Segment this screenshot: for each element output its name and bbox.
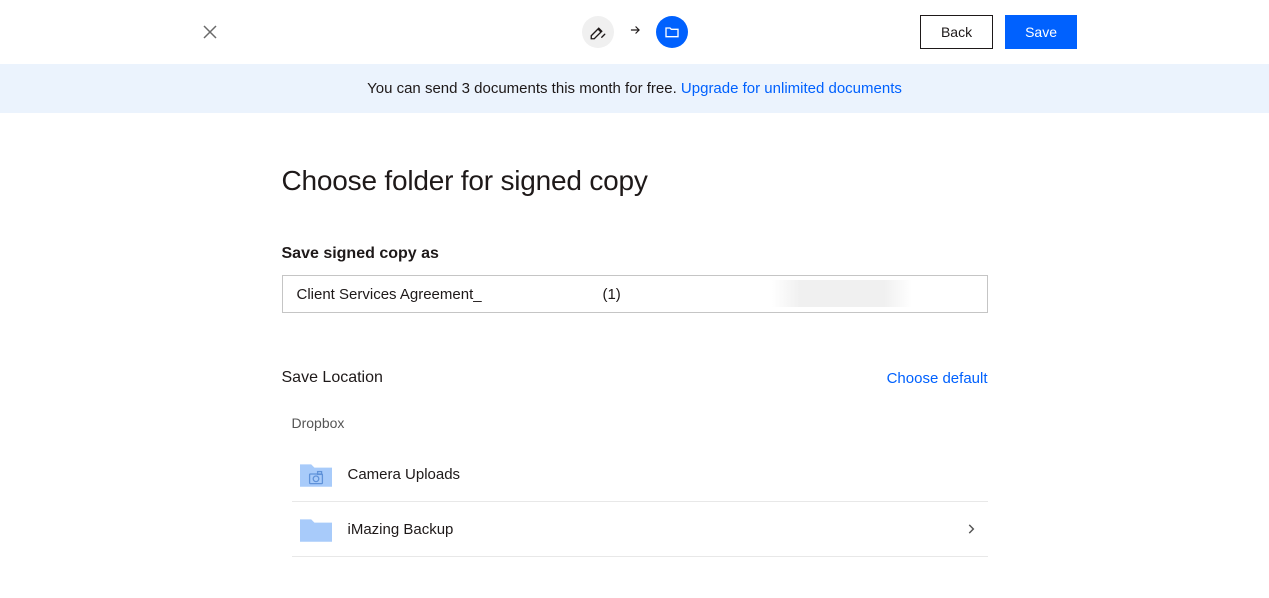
folder-item[interactable]: iMazing Backup — [292, 502, 988, 557]
folder-icon — [664, 24, 680, 40]
progress-stepper — [582, 16, 688, 48]
step-folder[interactable] — [656, 16, 688, 48]
folder-list: Camera Uploads iMazing Backup — [282, 447, 988, 557]
sign-icon — [589, 23, 607, 41]
choose-default-link[interactable]: Choose default — [887, 370, 988, 387]
camera-folder-icon — [300, 461, 332, 487]
filename-input[interactable] — [282, 275, 988, 313]
save-button[interactable]: Save — [1005, 15, 1077, 49]
save-location-label: Save Location — [282, 369, 383, 387]
folder-item[interactable]: Camera Uploads — [292, 447, 988, 502]
upgrade-link[interactable]: Upgrade for unlimited documents — [681, 80, 902, 97]
upgrade-banner: You can send 3 documents this month for … — [0, 64, 1269, 113]
chevron-right-icon — [964, 522, 978, 536]
breadcrumb[interactable]: Dropbox — [282, 415, 988, 447]
banner-text: You can send 3 documents this month for … — [367, 80, 681, 97]
folder-name: iMazing Backup — [348, 521, 948, 538]
close-icon — [201, 23, 219, 41]
step-sign[interactable] — [582, 16, 614, 48]
close-button[interactable] — [190, 12, 230, 52]
filename-label: Save signed copy as — [282, 245, 988, 263]
folder-icon — [300, 516, 332, 542]
folder-name: Camera Uploads — [348, 466, 978, 483]
back-button[interactable]: Back — [920, 15, 993, 49]
page-title: Choose folder for signed copy — [282, 165, 988, 197]
step-arrow-icon — [628, 23, 642, 42]
